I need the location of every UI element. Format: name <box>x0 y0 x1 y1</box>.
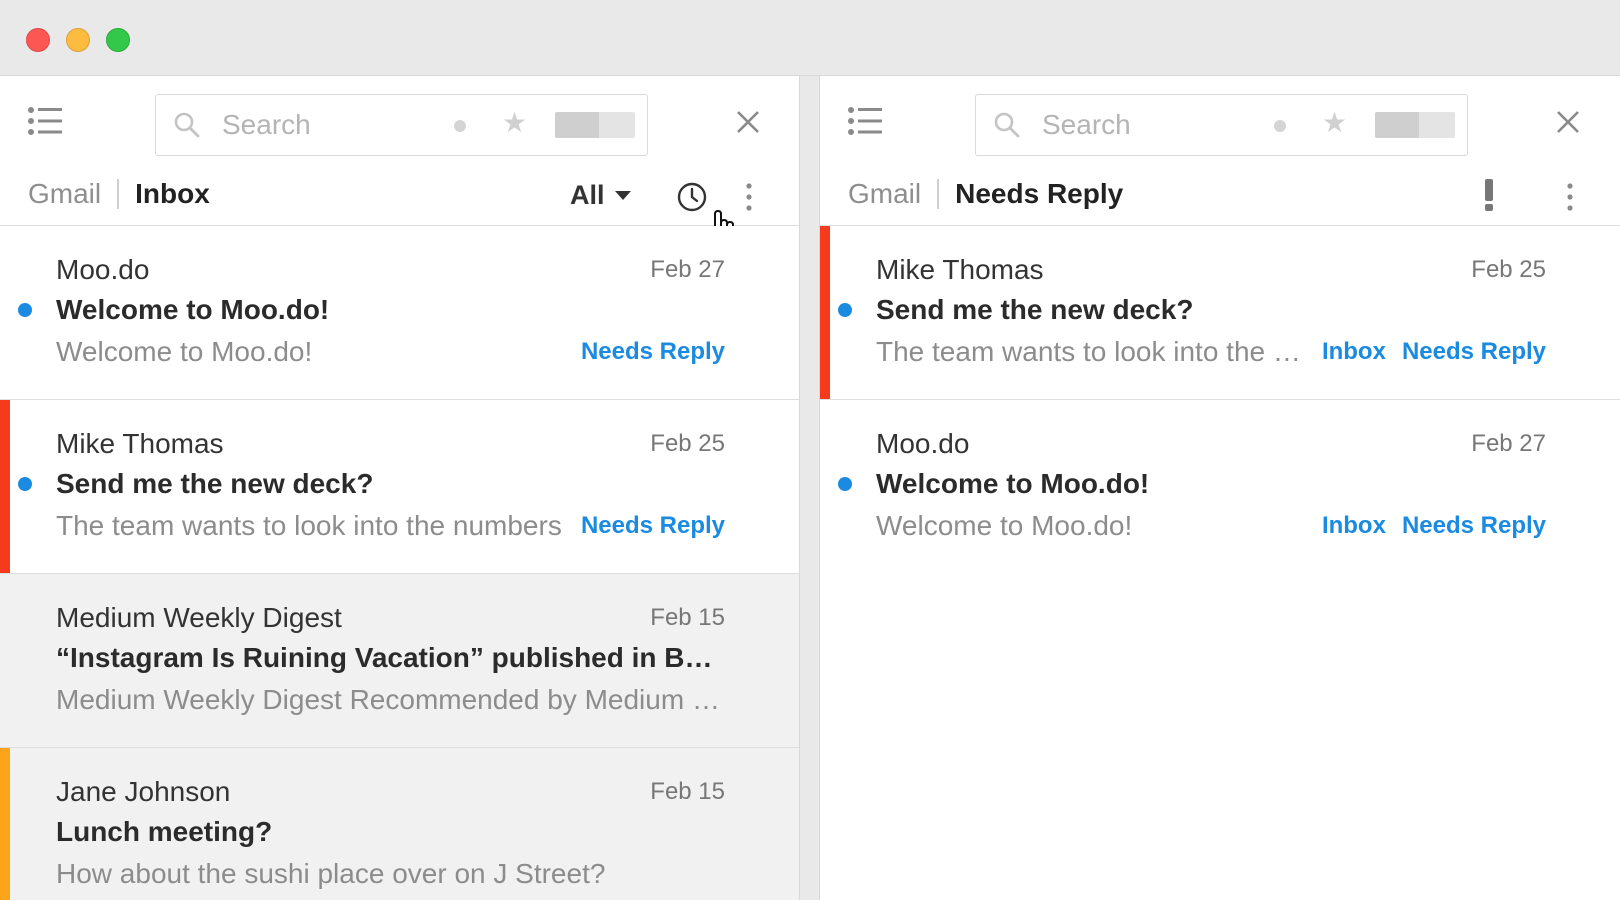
minimize-window-button[interactable] <box>66 28 90 52</box>
label-needs-reply[interactable]: Needs Reply <box>581 512 725 540</box>
search-bar: ★ <box>155 94 648 156</box>
email-subject: Welcome to Moo.do! <box>876 468 1150 499</box>
needs-reply-toolbar: ★ Gmail Needs Reply <box>820 76 1620 226</box>
breadcrumb-separator <box>937 179 940 209</box>
email-sender: Medium Weekly Digest <box>56 602 342 633</box>
email-subject: “Instagram Is Ruining Vacation” publishe… <box>56 642 724 673</box>
email-row[interactable]: Jane Johnson Feb 15 Lunch meeting? How a… <box>0 748 799 900</box>
inbox-pane: ★ Gmail Inbox All <box>0 76 800 900</box>
email-row[interactable]: Medium Weekly Digest Feb 15 “Instagram I… <box>0 574 799 748</box>
needs-reply-pane: ★ Gmail Needs Reply Mike Thomas Feb 25 S… <box>819 76 1620 900</box>
label-inbox[interactable]: Inbox <box>1322 512 1386 540</box>
email-snippet: Medium Weekly Digest Recommended by Medi… <box>56 684 725 715</box>
view-toggle[interactable] <box>555 112 635 138</box>
window-titlebar <box>0 0 1620 76</box>
email-snippet: How about the sushi place over on J Stre… <box>56 858 606 889</box>
filter-dropdown[interactable]: All <box>570 180 631 211</box>
clock-icon[interactable] <box>675 180 709 214</box>
unread-dot-icon <box>18 303 32 317</box>
email-row[interactable]: Moo.do Feb 27 Welcome to Moo.do! Welcome… <box>0 226 799 400</box>
email-snippet: Welcome to Moo.do! <box>876 510 1133 541</box>
breadcrumb-root[interactable]: Gmail <box>848 178 921 210</box>
more-options-icon[interactable] <box>744 180 754 214</box>
email-list: Mike Thomas Feb 25 Send me the new deck?… <box>820 226 1620 574</box>
email-snippet: The team wants to look into the numbers <box>876 336 1310 367</box>
label-needs-reply[interactable]: Needs Reply <box>1402 338 1546 366</box>
breadcrumb-separator <box>117 179 120 209</box>
unread-filter-icon[interactable] <box>454 120 466 132</box>
zoom-window-button[interactable] <box>106 28 130 52</box>
email-snippet: The team wants to look into the numbers <box>56 510 562 541</box>
label-inbox[interactable]: Inbox <box>1322 338 1386 366</box>
email-date: Feb 27 <box>1471 430 1546 457</box>
unread-filter-icon[interactable] <box>1274 120 1286 132</box>
label-needs-reply[interactable]: Needs Reply <box>1402 512 1546 540</box>
email-subject: Send me the new deck? <box>876 294 1194 325</box>
close-icon[interactable] <box>734 108 762 136</box>
search-input[interactable] <box>222 107 442 143</box>
page-title: Inbox <box>135 178 210 209</box>
star-filter-icon[interactable]: ★ <box>502 109 527 137</box>
priority-flag-orange <box>0 748 10 900</box>
search-icon <box>174 112 200 138</box>
inbox-toolbar: ★ Gmail Inbox All <box>0 76 799 249</box>
email-sender: Mike Thomas <box>56 428 224 459</box>
search-bar: ★ <box>975 94 1468 156</box>
email-sender: Moo.do <box>876 428 970 459</box>
search-input[interactable] <box>1042 107 1262 143</box>
email-list: Moo.do Feb 27 Welcome to Moo.do! Welcome… <box>0 226 799 900</box>
email-sender: Mike Thomas <box>876 254 1044 285</box>
email-sender: Jane Johnson <box>56 776 231 807</box>
breadcrumb: Gmail Inbox <box>28 176 210 212</box>
email-date: Feb 25 <box>1471 256 1546 283</box>
label-needs-reply[interactable]: Needs Reply <box>581 338 725 366</box>
list-menu-icon[interactable] <box>848 106 882 136</box>
unread-dot-icon <box>18 477 32 491</box>
email-date: Feb 15 <box>650 778 725 805</box>
email-row[interactable]: Mike Thomas Feb 25 Send me the new deck?… <box>820 226 1620 400</box>
breadcrumb-root[interactable]: Gmail <box>28 178 101 210</box>
more-options-icon[interactable] <box>1565 180 1575 214</box>
email-date: Feb 15 <box>650 604 725 631</box>
search-icon <box>994 112 1020 138</box>
email-subject: Lunch meeting? <box>56 816 273 847</box>
priority-flag-red <box>0 400 10 573</box>
unread-dot-icon <box>838 477 852 491</box>
close-icon[interactable] <box>1554 108 1582 136</box>
email-sender: Moo.do <box>56 254 150 285</box>
star-filter-icon[interactable]: ★ <box>1322 109 1347 137</box>
email-subject: Send me the new deck? <box>56 468 374 499</box>
breadcrumb: Gmail Needs Reply <box>848 176 1123 212</box>
unread-dot-icon <box>838 303 852 317</box>
view-toggle[interactable] <box>1375 112 1455 138</box>
email-snippet: Welcome to Moo.do! <box>56 336 313 367</box>
filter-dropdown-label: All <box>570 180 605 210</box>
pane-divider <box>800 76 819 900</box>
caret-down-icon <box>614 191 631 200</box>
important-icon[interactable] <box>1482 177 1496 213</box>
email-subject: Welcome to Moo.do! <box>56 294 330 325</box>
close-window-button[interactable] <box>26 28 50 52</box>
email-date: Feb 27 <box>650 256 725 283</box>
email-row[interactable]: Mike Thomas Feb 25 Send me the new deck?… <box>0 400 799 574</box>
list-menu-icon[interactable] <box>28 106 62 136</box>
email-row[interactable]: Moo.do Feb 27 Welcome to Moo.do! Welcome… <box>820 400 1620 574</box>
email-date: Feb 25 <box>650 430 725 457</box>
page-title: Needs Reply <box>955 178 1124 209</box>
priority-flag-red <box>820 226 830 399</box>
